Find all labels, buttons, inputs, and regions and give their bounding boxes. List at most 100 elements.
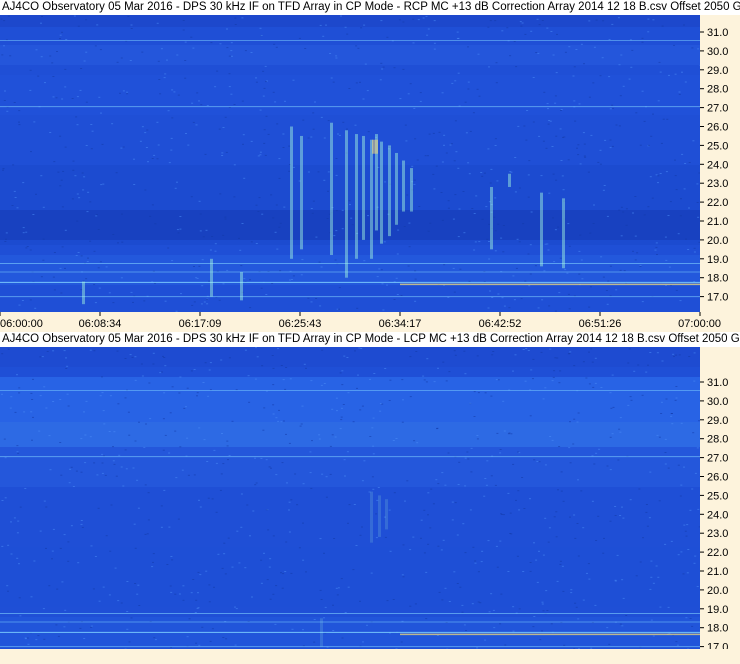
- noise-speck: [45, 506, 48, 508]
- noise-speck: [18, 121, 20, 123]
- noise-speck: [335, 397, 338, 399]
- noise-speck: [409, 356, 412, 358]
- noise-speck: [191, 304, 194, 306]
- noise-speck: [441, 161, 444, 163]
- frequency-tick-label: 18.0: [707, 273, 728, 285]
- noise-speck: [100, 112, 102, 114]
- noise-speck: [639, 144, 642, 146]
- noise-speck: [136, 479, 139, 481]
- noise-speck: [591, 500, 594, 502]
- noise-speck: [437, 545, 440, 547]
- noise-speck: [683, 24, 685, 26]
- noise-speck: [254, 378, 257, 380]
- noise-speck: [425, 571, 428, 573]
- noise-speck: [562, 500, 565, 502]
- noise-speck: [289, 378, 292, 380]
- noise-speck: [614, 580, 617, 582]
- noise-speck: [618, 125, 621, 127]
- noise-speck: [157, 60, 160, 62]
- noise-speck: [443, 144, 445, 146]
- noise-speck: [145, 423, 147, 425]
- noise-speck: [593, 204, 595, 206]
- noise-speck: [323, 552, 325, 554]
- noise-speck: [562, 590, 565, 592]
- noise-speck: [171, 89, 174, 91]
- noise-speck: [190, 370, 193, 372]
- noise-speck: [375, 513, 378, 515]
- noise-speck: [265, 459, 268, 461]
- noise-speck: [170, 556, 173, 557]
- noise-speck: [164, 73, 167, 75]
- time-tick-label: 07:00:00: [678, 318, 721, 330]
- noise-speck: [422, 17, 425, 19]
- noise-speck: [564, 269, 567, 271]
- noise-speck: [648, 517, 651, 519]
- noise-speck: [589, 286, 592, 288]
- noise-speck: [516, 238, 519, 240]
- noise-speck: [384, 181, 387, 183]
- noise-speck: [184, 41, 187, 43]
- noise-speck: [526, 110, 529, 111]
- noise-speck: [268, 466, 271, 468]
- noise-speck: [219, 489, 222, 491]
- noise-speck: [250, 241, 253, 243]
- noise-speck: [577, 555, 580, 557]
- noise-speck: [241, 17, 244, 19]
- noise-speck: [490, 475, 493, 477]
- noise-speck: [654, 249, 657, 251]
- noise-speck: [117, 600, 120, 602]
- noise-speck: [235, 608, 238, 610]
- noise-speck: [454, 80, 457, 82]
- noise-speck: [319, 538, 322, 540]
- noise-speck: [282, 133, 285, 135]
- noise-speck: [548, 192, 551, 194]
- noise-speck: [525, 348, 528, 349]
- noise-speck: [665, 398, 668, 400]
- noise-speck: [320, 116, 323, 118]
- noise-speck: [608, 76, 611, 78]
- noise-speck: [572, 443, 575, 445]
- noise-speck: [561, 175, 564, 177]
- noise-speck: [467, 81, 470, 83]
- noise-speck: [529, 415, 532, 417]
- noise-speck: [502, 514, 505, 516]
- noise-speck: [323, 137, 326, 139]
- noise-speck: [381, 403, 384, 405]
- noise-speck: [465, 132, 468, 134]
- noise-speck: [57, 171, 60, 173]
- noise-speck: [160, 526, 163, 528]
- burst-streak: [490, 186, 493, 250]
- noise-speck: [4, 241, 7, 242]
- noise-speck: [182, 585, 185, 587]
- noise-speck: [336, 594, 339, 596]
- noise-speck: [592, 82, 595, 84]
- noise-speck: [479, 602, 482, 604]
- lcp-title: AJ4CO Observatory 05 Mar 2016 - DPS 30 k…: [0, 332, 740, 347]
- noise-speck: [110, 504, 113, 506]
- spectrogram-band: [0, 447, 700, 487]
- noise-speck: [49, 55, 52, 57]
- noise-speck: [97, 267, 100, 269]
- noise-speck: [288, 442, 291, 444]
- noise-speck: [85, 19, 88, 21]
- noise-speck: [272, 217, 275, 219]
- noise-speck: [241, 223, 244, 224]
- noise-speck: [14, 197, 17, 198]
- noise-speck: [638, 488, 641, 490]
- noise-speck: [340, 407, 343, 409]
- noise-speck: [127, 15, 130, 17]
- noise-speck: [325, 476, 328, 478]
- noise-speck: [515, 267, 518, 269]
- noise-speck: [134, 583, 137, 584]
- noise-speck: [66, 393, 69, 395]
- noise-speck: [423, 552, 426, 554]
- noise-speck: [181, 469, 184, 471]
- noise-speck: [198, 644, 201, 646]
- lcp-frequency-axis: 31.0 30.0 29.0 28.0 27.0 26.0 25.0 24.0 23.0 22.0…: [700, 347, 740, 649]
- noise-speck: [518, 608, 521, 610]
- noise-speck: [29, 69, 32, 71]
- noise-speck: [138, 421, 140, 423]
- noise-speck: [93, 350, 96, 352]
- noise-speck: [101, 453, 104, 455]
- noise-speck: [335, 587, 338, 589]
